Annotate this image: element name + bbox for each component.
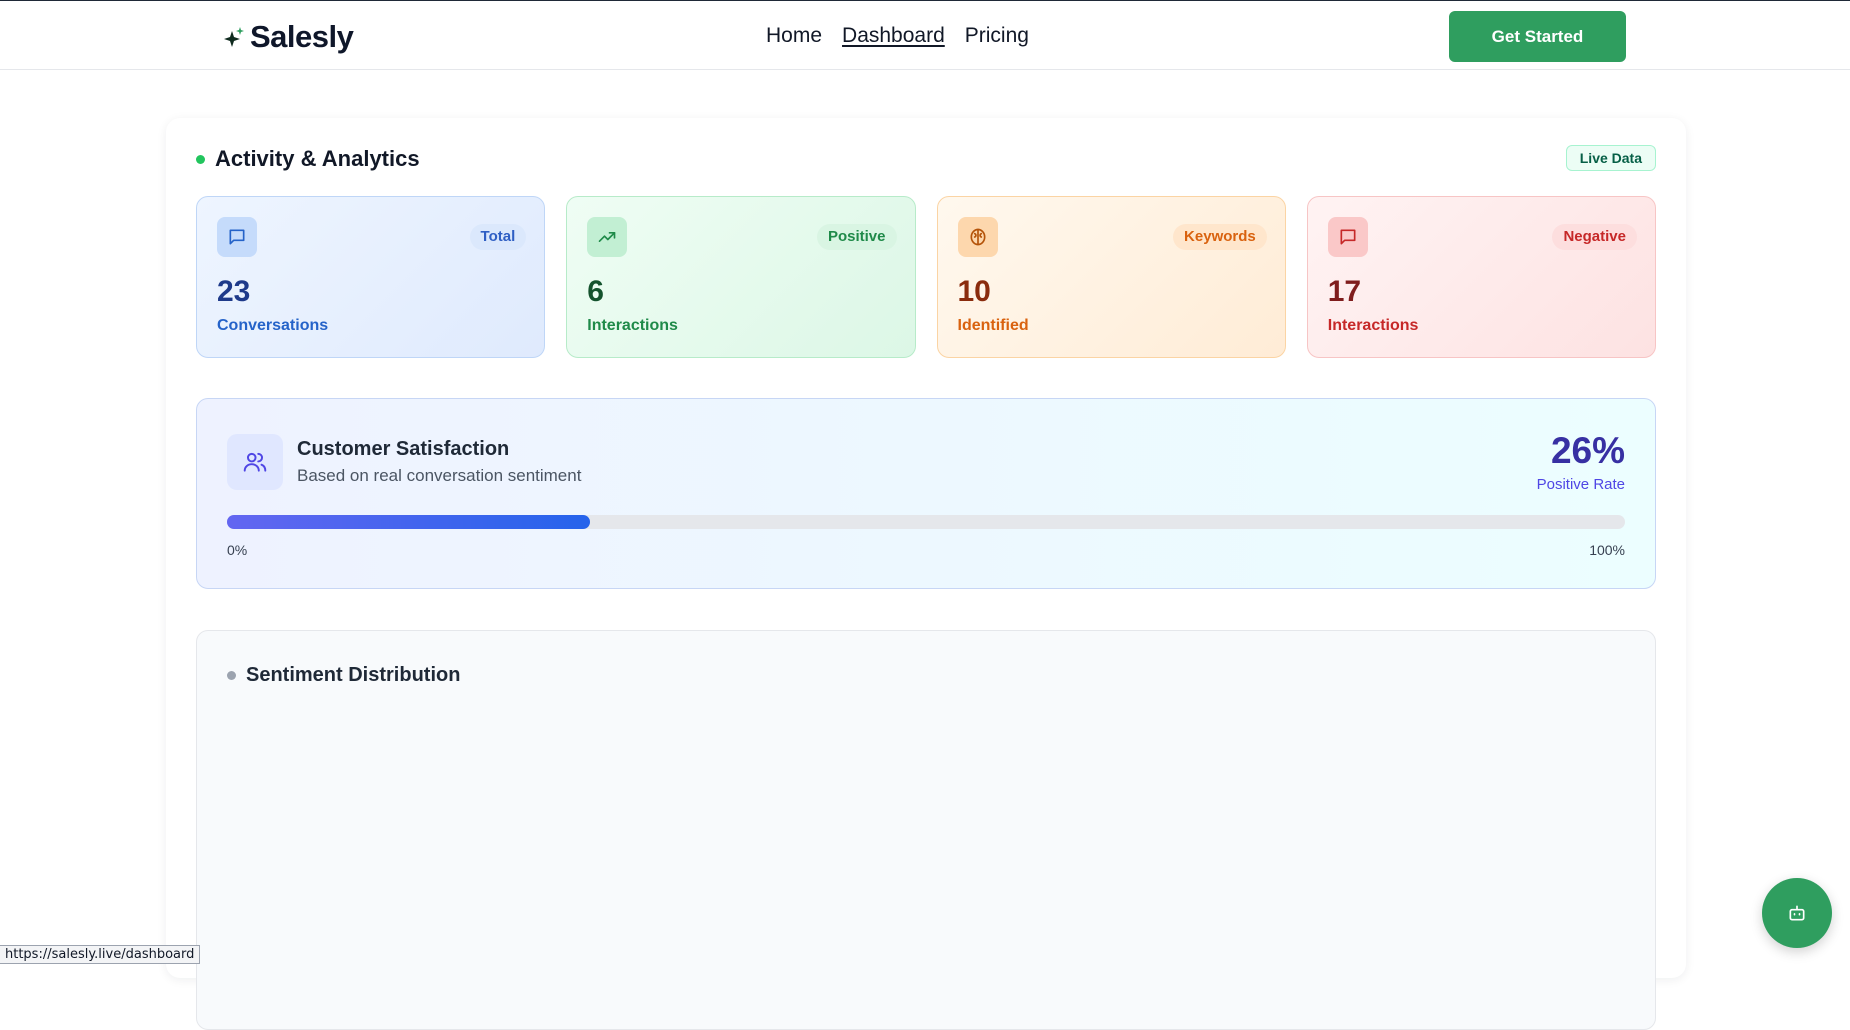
section-header: Activity & Analytics — [196, 146, 420, 172]
stat-card-negative[interactable]: Negative 17 Interactions — [1306, 196, 1656, 358]
stat-tag: Keywords — [1173, 224, 1267, 250]
brain-icon — [957, 217, 998, 257]
brand-logo[interactable]: Salesly — [224, 19, 354, 54]
customer-satisfaction-card: Customer Satisfaction Based on real conv… — [196, 398, 1656, 589]
stat-value: 6 — [587, 275, 604, 308]
stat-label: Interactions — [1327, 317, 1419, 334]
status-dot-icon — [196, 154, 205, 164]
satisfaction-progress-bar — [227, 515, 1625, 529]
stat-tag: Positive — [816, 224, 897, 250]
main-nav: Home Dashboard Pricing — [766, 23, 1029, 49]
stat-label: Conversations — [217, 317, 329, 334]
get-started-button[interactable]: Get Started — [1449, 11, 1626, 62]
nav-pricing[interactable]: Pricing — [965, 23, 1029, 49]
nav-home[interactable]: Home — [766, 23, 822, 49]
progress-min-label: 0% — [227, 542, 248, 558]
stat-tag: Negative — [1552, 224, 1637, 250]
stats-row: Total 23 Conversations Positive 6 Intera… — [196, 196, 1656, 358]
brand-name: Salesly — [250, 19, 354, 54]
message-icon — [217, 217, 257, 257]
users-icon — [227, 434, 283, 490]
browser-status-url: https://salesly.live/dashboard — [0, 945, 201, 964]
chat-bot-button[interactable] — [1762, 878, 1832, 948]
trending-up-icon — [587, 217, 628, 257]
stat-label: Interactions — [587, 317, 678, 334]
stat-value: 17 — [1327, 275, 1362, 308]
csat-percent: 26% — [1550, 430, 1625, 471]
csat-subtitle: Based on real conversation sentiment — [297, 466, 582, 485]
stat-card-keywords[interactable]: Keywords 10 Identified — [936, 196, 1286, 358]
sentiment-distribution-card: Sentiment Distribution — [196, 630, 1656, 1030]
stat-card-positive[interactable]: Positive 6 Interactions — [566, 196, 916, 358]
sparkle-icon — [224, 26, 244, 47]
live-data-badge: Live Data — [1565, 145, 1656, 171]
progress-max-label: 100% — [1589, 542, 1625, 558]
bot-icon — [1789, 905, 1805, 921]
nav-dashboard[interactable]: Dashboard — [842, 23, 945, 49]
distribution-title: Sentiment Distribution — [246, 664, 461, 686]
stat-value: 10 — [957, 275, 991, 308]
csat-title: Customer Satisfaction — [297, 438, 510, 460]
analytics-panel: Activity & Analytics Live Data Total 23 … — [166, 118, 1686, 1030]
csat-rate-label: Positive Rate — [1536, 476, 1625, 493]
distribution-header: Sentiment Distribution — [227, 664, 460, 687]
stat-value: 23 — [217, 275, 251, 308]
bullet-dot-icon — [227, 671, 236, 680]
section-title: Activity & Analytics — [215, 146, 420, 171]
stat-label: Identified — [957, 317, 1029, 334]
stat-card-conversations[interactable]: Total 23 Conversations — [196, 196, 546, 358]
satisfaction-progress-fill — [227, 515, 591, 529]
site-header: Salesly Home Dashboard Pricing Get Start… — [0, 1, 1850, 70]
stat-tag: Total — [469, 224, 527, 250]
message-icon — [1327, 217, 1368, 257]
